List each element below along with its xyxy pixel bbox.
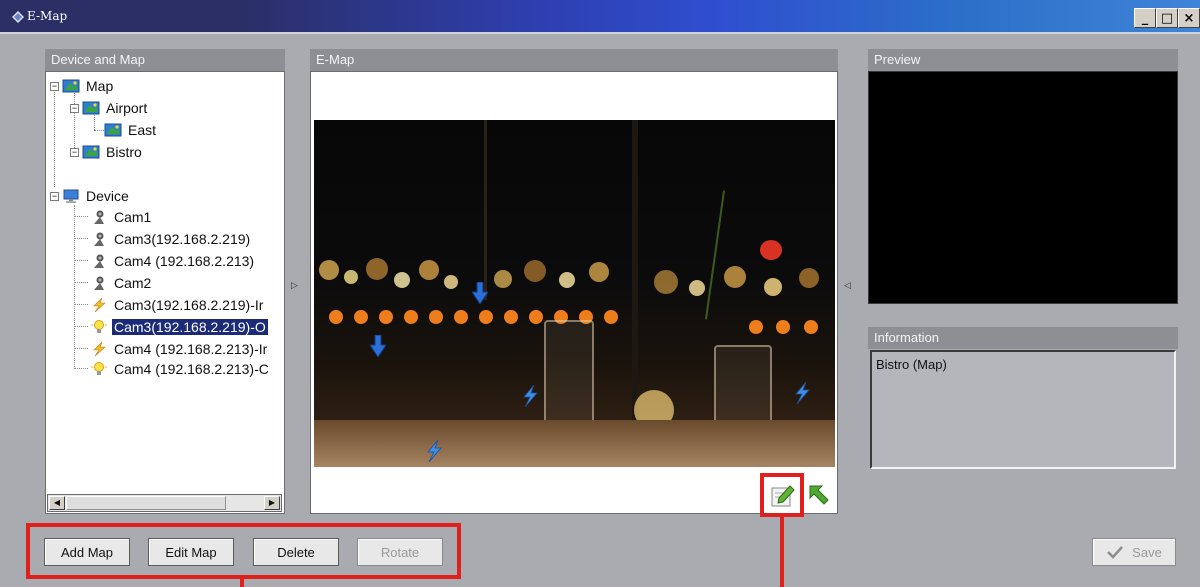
tree-node-device[interactable]: − Device <box>50 186 131 206</box>
device-map-tree: − Map − Airport East − Bistro − Device C… <box>48 74 281 494</box>
tree-node-cam4[interactable]: Cam4 (192.168.2.213) <box>90 251 256 271</box>
map-icon <box>62 79 80 93</box>
sensor-marker-lightning-icon[interactable] <box>522 385 538 407</box>
tree-node-cam4-output[interactable]: Cam4 (192.168.2.213)-C <box>90 359 271 379</box>
tree-label: Cam4 (192.168.2.213)-C <box>114 361 269 377</box>
sensor-marker-lightning-icon[interactable] <box>426 440 442 462</box>
map-icon <box>104 123 122 137</box>
tree-node-map[interactable]: − Map <box>50 76 115 96</box>
tree-label: Cam2 <box>114 275 152 291</box>
tree-label: Bistro <box>106 144 142 160</box>
window-controls: _ □ × <box>1134 8 1200 28</box>
tree-node-cam3-input[interactable]: Cam3(192.168.2.219)-Ir <box>90 295 265 315</box>
map-image[interactable] <box>314 120 835 467</box>
lightbulb-icon <box>91 362 107 375</box>
maximize-button[interactable]: □ <box>1156 8 1178 28</box>
tree-label: Airport <box>106 100 148 116</box>
preview-header: Preview <box>868 49 1178 71</box>
camera-icon <box>94 232 104 246</box>
edit-icon-highlight-box <box>760 473 804 517</box>
lightning-icon <box>93 297 106 313</box>
tree-node-cam2[interactable]: Cam2 <box>90 273 153 293</box>
scroll-left-arrow-icon[interactable]: ◀ <box>49 496 65 510</box>
lightbulb-icon <box>91 320 107 333</box>
tree-node-cam1[interactable]: Cam1 <box>90 207 153 227</box>
edit-icon-highlight-pointer <box>780 516 784 587</box>
save-label: Save <box>1132 544 1162 560</box>
tree-label: Cam1 <box>114 209 152 225</box>
camera-icon <box>94 254 104 268</box>
back-arrow-icon[interactable] <box>806 482 832 508</box>
scroll-right-arrow-icon[interactable]: ▶ <box>264 496 280 510</box>
information-header: Information <box>868 327 1178 349</box>
collapse-toggle[interactable]: − <box>50 81 59 91</box>
tree-label: Cam4 (192.168.2.213) <box>114 253 255 269</box>
camera-marker-arrow-icon[interactable] <box>370 335 386 357</box>
monitor-icon <box>63 189 79 203</box>
tree-label: East <box>128 122 157 138</box>
tree-label: Device <box>86 188 129 204</box>
camera-marker-arrow-icon[interactable] <box>472 282 488 304</box>
sensor-marker-lightning-icon[interactable] <box>794 382 810 404</box>
lightning-icon <box>93 341 106 357</box>
buttons-highlight-pointer <box>240 576 244 587</box>
map-icon <box>82 101 100 115</box>
expand-left-arrow-icon[interactable]: ▷ <box>291 280 298 291</box>
collapse-toggle[interactable]: − <box>70 103 79 113</box>
camera-icon <box>94 210 104 224</box>
device-and-map-header: Device and Map <box>45 49 285 71</box>
tree-horizontal-scrollbar[interactable]: ◀ ▶ <box>47 494 282 512</box>
tree-label: Cam4 (192.168.2.213)-Ir <box>114 341 268 357</box>
collapse-toggle[interactable]: − <box>70 147 79 157</box>
checkmark-icon <box>1107 546 1124 559</box>
tree-node-cam3-output[interactable]: Cam3(192.168.2.219)-O <box>90 317 268 337</box>
tree-node-cam3[interactable]: Cam3(192.168.2.219) <box>90 229 252 249</box>
camera-icon <box>94 276 104 290</box>
tree-label: Cam3(192.168.2.219)-O <box>112 319 268 335</box>
collapse-toggle[interactable]: − <box>50 191 59 201</box>
save-button[interactable]: Save <box>1092 538 1176 566</box>
app-diamond-icon <box>12 11 24 23</box>
preview-video <box>868 71 1178 304</box>
buttons-highlight-box <box>26 523 461 579</box>
information-text: Bistro (Map) <box>876 357 947 372</box>
window-title: E-Map <box>27 9 68 23</box>
emap-header: E-Map <box>310 49 838 71</box>
tree-node-bistro[interactable]: − Bistro <box>70 142 144 162</box>
tree-node-east[interactable]: East <box>104 120 158 140</box>
tree-label: Cam3(192.168.2.219) <box>114 231 251 247</box>
tree-label: Cam3(192.168.2.219)-Ir <box>114 297 264 313</box>
minimize-button[interactable]: _ <box>1134 8 1156 28</box>
map-icon <box>82 145 100 159</box>
expand-right-arrow-icon[interactable]: ◁ <box>844 280 851 291</box>
tree-node-airport[interactable]: − Airport <box>70 98 149 118</box>
tree-label: Map <box>86 78 114 94</box>
title-bar: E-Map _ □ × <box>0 0 1200 34</box>
close-button[interactable]: × <box>1178 8 1200 28</box>
tree-node-cam4-input[interactable]: Cam4 (192.168.2.213)-Ir <box>90 339 269 359</box>
scroll-thumb[interactable] <box>66 496 226 510</box>
